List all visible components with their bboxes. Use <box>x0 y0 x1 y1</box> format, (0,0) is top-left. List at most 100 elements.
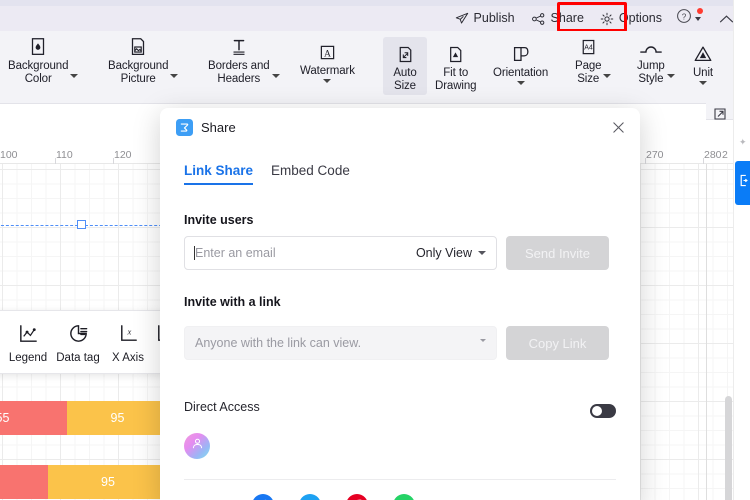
ribbon-label-jump-style: Jump Style <box>637 60 665 85</box>
menu-bar: Publish Share Options ? <box>0 6 750 31</box>
whatsapp-icon[interactable] <box>393 494 415 500</box>
permission-select-value: Only View <box>415 246 472 260</box>
options-button[interactable]: Options <box>592 8 670 30</box>
background-picture-chevron-down-icon[interactable] <box>170 74 179 78</box>
svg-text:?: ? <box>682 12 687 21</box>
chart-toolbar-legend[interactable]: Legend <box>3 317 53 368</box>
ribbon-item-unit[interactable]: Unit <box>692 41 714 85</box>
page-size-chevron-down-icon[interactable] <box>603 74 612 78</box>
share-dialog-tabs: Link Share Embed Code <box>184 163 350 185</box>
notification-dot <box>697 8 703 14</box>
ribbon-item-fit-to-drawing[interactable]: Fit to Drawing <box>432 37 479 95</box>
borders-headers-chevron-down-icon[interactable] <box>271 74 280 78</box>
jump-style-chevron-down-icon[interactable] <box>666 74 675 78</box>
right-panel-toggle[interactable] <box>735 161 750 205</box>
send-invite-button[interactable]: Send Invite <box>506 236 609 270</box>
bar-chart[interactable]: 55 95 45 95 35 95 100 150 <box>0 389 178 500</box>
invite-link-row: Anyone with the link can view. Copy Link <box>184 326 609 360</box>
ruler-label-100: 100 <box>0 149 18 161</box>
tab-link-share[interactable]: Link Share <box>184 163 254 185</box>
ribbon-item-borders-headers[interactable]: Borders and Headers <box>208 34 280 86</box>
ribbon-item-orientation[interactable]: Orientation <box>493 41 548 85</box>
ribbon-item-page-size[interactable]: A4 Page Size <box>575 34 612 86</box>
selection-outline <box>0 225 172 226</box>
chart-toolbar-x-axis[interactable]: x X Axis <box>103 317 153 368</box>
share-dialog-title: Share <box>201 119 236 135</box>
ribbon-label-fit-to-drawing: Fit to Drawing <box>435 67 477 92</box>
email-field-placeholder: Enter an email <box>194 246 416 260</box>
ribbon-item-jump-style[interactable]: Jump Style <box>637 34 675 86</box>
tab-embed-code[interactable]: Embed Code <box>271 163 350 185</box>
auto-size-icon <box>395 41 416 67</box>
publish-label: Publish <box>473 11 515 26</box>
ruler-label-270: 270 <box>646 149 664 161</box>
chart-toolbar-legend-label: Legend <box>8 351 48 364</box>
ribbon-label-background-color: Background Color <box>8 60 69 85</box>
copy-link-button[interactable]: Copy Link <box>506 326 609 360</box>
panel-expand-icon <box>738 174 749 192</box>
chart-toolbar-x-axis-label: X Axis <box>112 351 144 364</box>
permission-select[interactable]: Only View <box>416 246 486 260</box>
orientation-chevron-down-icon[interactable] <box>516 81 525 85</box>
email-field[interactable]: Enter an email Only View <box>184 236 497 270</box>
page-a4-icon: A4 <box>578 34 599 60</box>
facebook-icon[interactable] <box>252 494 274 500</box>
share-dialog[interactable]: Share Link Share Embed Code Invite users… <box>160 108 640 500</box>
share-nodes-icon <box>531 12 546 26</box>
share-button[interactable]: Share <box>523 8 592 30</box>
link-permission-chevron-down-icon[interactable] <box>480 339 486 342</box>
image-page-icon <box>127 34 149 60</box>
svg-text:A4: A4 <box>584 44 593 51</box>
share-link-field[interactable]: Anyone with the link can view. <box>184 326 497 360</box>
letter-a-box-icon: A <box>317 39 338 65</box>
orientation-page-icon <box>510 41 532 67</box>
dialog-launcher-icon[interactable] <box>712 106 730 124</box>
share-label: Share <box>550 11 584 26</box>
data-tag-pie-icon <box>67 321 90 347</box>
gear-icon <box>600 12 614 26</box>
app-logo-icon <box>176 118 193 136</box>
chart-bar-row-1: 55 95 <box>0 401 168 435</box>
chevron-up-icon <box>719 14 734 24</box>
rail-star-icon: ✦ <box>739 137 747 147</box>
pinterest-icon[interactable] <box>346 494 368 500</box>
ruler-label-280: 280 <box>704 149 722 161</box>
chart-toolbar-data-tag[interactable]: Data tag <box>53 317 103 368</box>
watermark-chevron-down-icon[interactable] <box>323 79 332 83</box>
permission-chevron-down-icon <box>478 251 486 255</box>
social-share-row <box>252 494 415 500</box>
chart-segment-yellow: 95 <box>67 401 168 435</box>
vertical-scrollbar-thumb[interactable] <box>725 396 732 500</box>
dialog-divider <box>184 479 616 480</box>
unit-triangle-icon <box>692 41 714 67</box>
twitter-icon[interactable] <box>299 494 321 500</box>
user-avatar-icon <box>191 437 204 455</box>
help-button[interactable]: ? <box>670 6 704 31</box>
publish-button[interactable]: Publish <box>447 8 523 30</box>
invite-users-row: Enter an email Only View Send Invite <box>184 236 609 270</box>
toggle-knob <box>592 406 602 416</box>
ribbon-item-auto-size[interactable]: Auto Size <box>383 37 427 95</box>
chart-segment-yellow: 95 <box>48 465 168 499</box>
background-color-chevron-down-icon[interactable] <box>70 74 79 78</box>
unit-chevron-down-icon[interactable] <box>699 81 707 85</box>
ribbon-item-background-color[interactable]: Background Color <box>8 34 79 86</box>
invite-link-toggle[interactable] <box>590 404 616 418</box>
chart-bar-row-2: 45 95 <box>0 465 168 499</box>
chart-toolbar-data-tag-label: Data tag <box>56 351 100 364</box>
ribbon-label-orientation: Orientation <box>493 67 549 79</box>
ribbon-item-watermark[interactable]: A Watermark <box>300 39 355 83</box>
close-x-icon[interactable] <box>609 118 627 136</box>
ruler-label-120: 120 <box>114 149 132 161</box>
help-chevron-down-icon[interactable] <box>695 16 701 21</box>
chart-format-toolbar[interactable]: Legend Data tag x X Axis y Y <box>0 310 182 374</box>
vertical-scrollbar[interactable] <box>724 164 733 500</box>
ribbon-item-background-picture[interactable]: Background Picture <box>108 34 179 86</box>
ruler-label-290: 2 <box>722 149 728 161</box>
avatar[interactable] <box>184 433 210 459</box>
chart-segment-red: 45 <box>0 465 48 499</box>
jump-arc-icon <box>639 34 663 60</box>
ribbon-label-page-size: Page Size <box>575 60 602 85</box>
page-edge-right <box>706 164 707 500</box>
selection-handle[interactable] <box>77 220 86 229</box>
